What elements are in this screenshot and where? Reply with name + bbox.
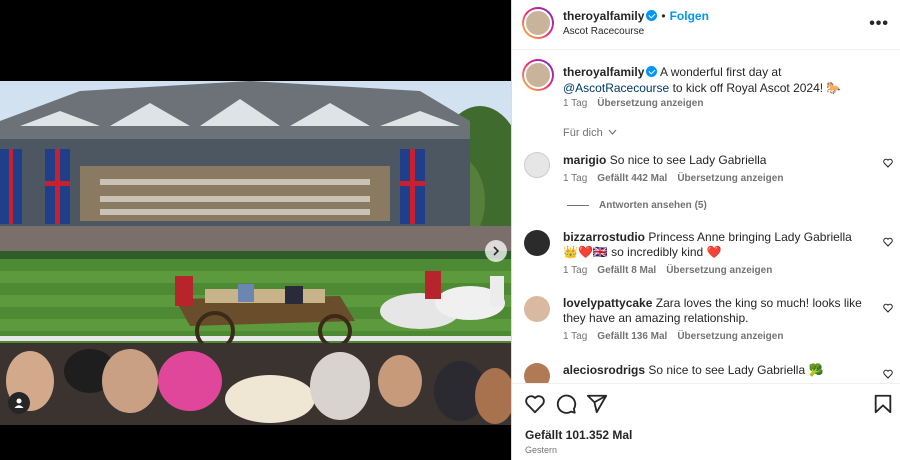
comment-like-icon[interactable]	[883, 158, 893, 168]
next-arrow-icon[interactable]	[485, 240, 507, 262]
caption-meta: 1 Tag Übersetzung anzeigen	[563, 98, 713, 109]
comment-meta: 1 Tag Gefällt 8 Mal Übersetzung anzeigen	[563, 265, 782, 276]
comment-avatar[interactable]	[524, 363, 550, 383]
comment-likes[interactable]: Gefällt 8 Mal	[597, 265, 656, 276]
comment-username[interactable]: aleciosrodrigs	[563, 363, 645, 377]
comment-like-icon[interactable]	[883, 369, 893, 379]
verified-icon	[646, 66, 658, 77]
view-replies-button[interactable]: Antworten ansehen (5)	[567, 200, 707, 211]
post-date: Gestern	[525, 445, 558, 455]
comment-username[interactable]: lovelypattycake	[563, 296, 652, 310]
comment-avatar[interactable]	[524, 152, 550, 178]
replies-divider	[567, 204, 589, 206]
comment-likes[interactable]: Gefällt 136 Mal	[597, 331, 667, 342]
comment-translate[interactable]: Übersetzung anzeigen	[666, 265, 772, 276]
caption-translate[interactable]: Übersetzung anzeigen	[597, 98, 703, 109]
author-line: theroyalfamily • Folgen	[563, 9, 709, 23]
like-count[interactable]: Gefällt 101.352 Mal	[525, 428, 632, 442]
comment-translate[interactable]: Übersetzung anzeigen	[677, 331, 783, 342]
caption-time: 1 Tag	[563, 98, 588, 109]
comment-text: aleciosrodrigs So nice to see Lady Gabri…	[563, 363, 863, 378]
comment-meta: 1 Tag Gefällt 136 Mal Übersetzung anzeigen	[563, 331, 793, 342]
more-options-icon[interactable]: •••	[869, 15, 889, 33]
caption-text-end: to kick off Royal Ascot 2024! 🐎	[669, 81, 842, 95]
chevron-down-icon	[608, 129, 617, 135]
comments-section[interactable]: theroyalfamily A wonderful first day at …	[512, 50, 900, 383]
location-link[interactable]: Ascot Racecourse	[563, 26, 644, 37]
comment-time: 1 Tag	[563, 331, 588, 342]
for-you-filter[interactable]: Für dich	[563, 127, 617, 139]
comment-text: bizzarrostudio Princess Anne bringing La…	[563, 230, 863, 260]
share-icon[interactable]	[586, 393, 608, 415]
comment-avatar[interactable]	[524, 296, 550, 322]
verified-icon	[646, 10, 658, 21]
comment-body: So nice to see Lady Gabriella 🥦	[648, 363, 824, 377]
post-media	[0, 0, 511, 460]
comment-body: So nice to see Lady Gabriella	[609, 153, 767, 167]
bookmark-icon[interactable]	[872, 393, 894, 415]
caption-text-start: A wonderful first day at	[660, 65, 782, 79]
post-caption: theroyalfamily A wonderful first day at …	[563, 64, 883, 96]
comment-like-icon[interactable]	[883, 303, 893, 313]
comment-time: 1 Tag	[563, 173, 588, 184]
separator-dot: •	[661, 9, 666, 23]
replies-label: Antworten ansehen (5)	[599, 200, 707, 211]
caption-mention[interactable]: @AscotRacecourse	[563, 81, 669, 95]
post-actions: Gefällt 101.352 Mal Gestern	[512, 383, 900, 460]
comment-like-icon[interactable]	[883, 237, 893, 247]
user-tag-icon[interactable]	[8, 392, 30, 414]
comment-icon[interactable]	[555, 393, 577, 415]
author-username[interactable]: theroyalfamily	[563, 9, 644, 23]
caption-username[interactable]: theroyalfamily	[563, 65, 644, 79]
comment-time: 1 Tag	[563, 265, 588, 276]
comment-likes[interactable]: Gefällt 442 Mal	[597, 173, 667, 184]
for-you-label: Für dich	[563, 127, 603, 139]
comment-text: marigio So nice to see Lady Gabriella	[563, 153, 863, 168]
caption-avatar[interactable]	[522, 59, 554, 91]
racecourse-photo	[0, 81, 511, 425]
comment-text: lovelypattycake Zara loves the king so m…	[563, 296, 863, 326]
comment-meta: 1 Tag Gefällt 442 Mal Übersetzung anzeigen	[563, 173, 793, 184]
heart-icon[interactable]	[524, 393, 546, 415]
post-photo[interactable]	[0, 81, 511, 425]
comment-username[interactable]: marigio	[563, 153, 606, 167]
post-sidebar: theroyalfamily • Folgen Ascot Racecourse •…	[511, 0, 900, 460]
follow-button[interactable]: Folgen	[670, 9, 709, 23]
author-avatar[interactable]	[522, 7, 554, 39]
post-header: theroyalfamily • Folgen Ascot Racecourse •…	[512, 0, 900, 50]
comment-translate[interactable]: Übersetzung anzeigen	[677, 173, 783, 184]
comment-username[interactable]: bizzarrostudio	[563, 230, 645, 244]
comment-avatar[interactable]	[524, 230, 550, 256]
